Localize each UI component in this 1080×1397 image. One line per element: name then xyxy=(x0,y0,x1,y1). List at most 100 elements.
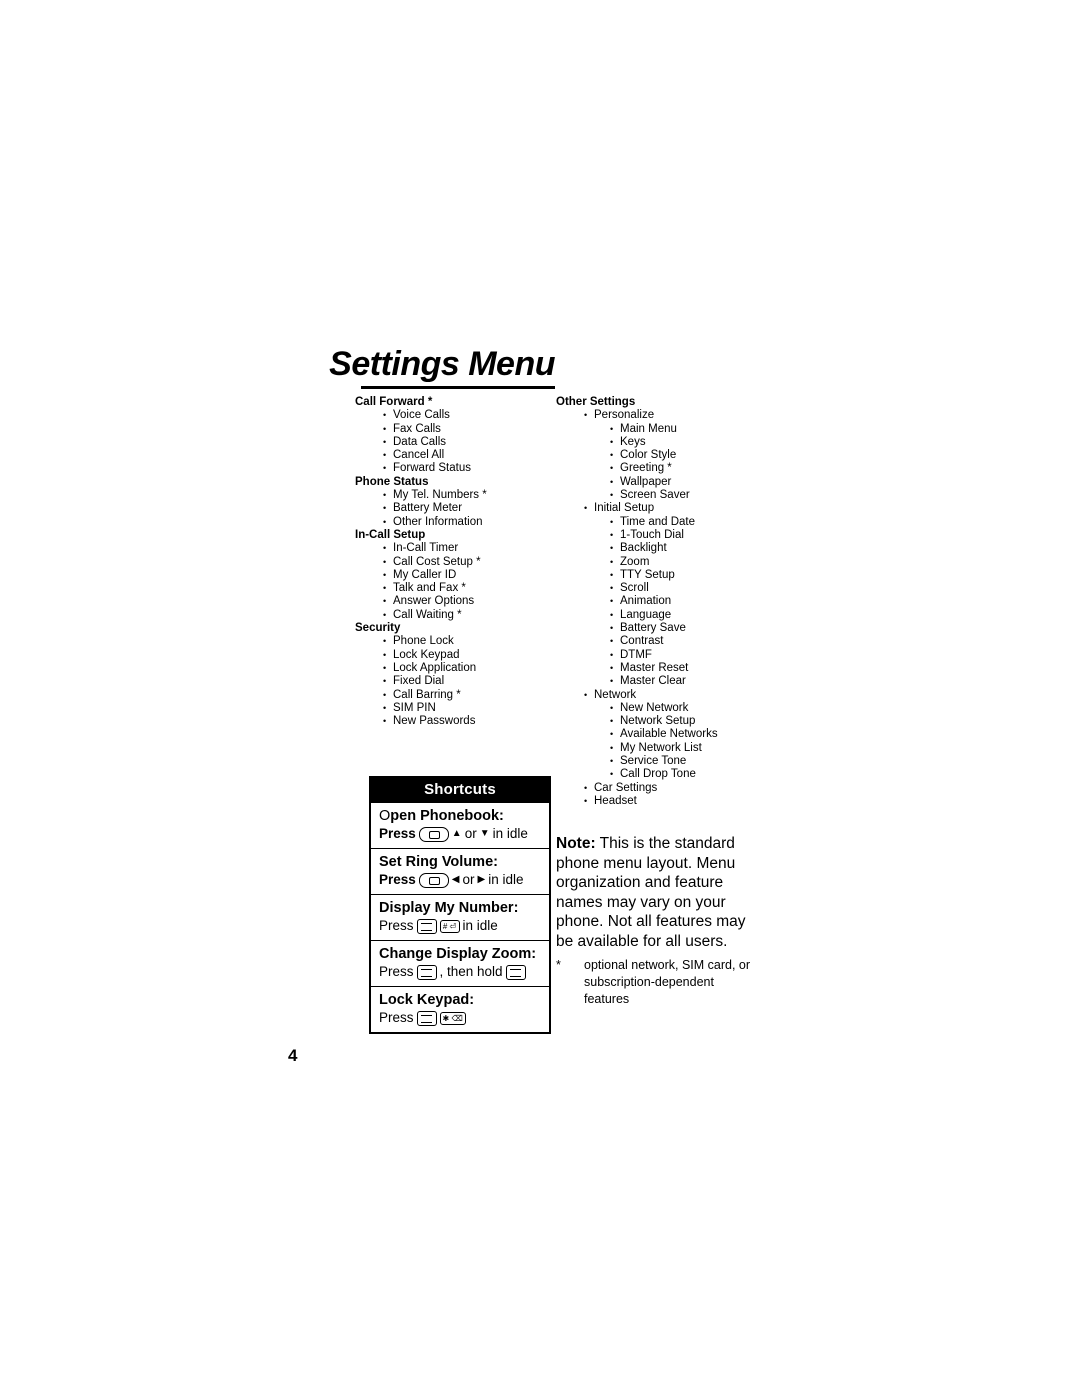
list-item: Contrast xyxy=(556,635,756,649)
down-arrow-icon: ▼ xyxy=(479,828,490,839)
list-item: Master Clear xyxy=(556,675,756,689)
list-item: Voice Calls xyxy=(355,409,553,423)
shortcuts-header: Shortcuts xyxy=(371,778,549,802)
note-text: This is the standard phone menu layout. … xyxy=(556,835,746,950)
shortcut-suffix: in idle xyxy=(488,872,524,887)
list-item: Master Reset xyxy=(556,662,756,676)
right-arrow-icon: ▶ xyxy=(477,874,486,885)
list-item: Car Settings xyxy=(556,782,756,796)
list-item: Lock Keypad xyxy=(355,649,553,663)
shortcut-row-open-phonebook: Open Phonebook: Press ▲ or ▼ in idle xyxy=(371,802,549,848)
or-label: or xyxy=(464,826,477,841)
shortcut-title-lead: O xyxy=(379,808,391,824)
group-list-initial-setup: Initial Setup xyxy=(556,502,756,516)
list-item: In-Call Timer xyxy=(355,542,553,556)
list-item: Answer Options xyxy=(355,595,553,609)
list-item: Network Setup xyxy=(556,715,756,729)
group-list-security: Phone Lock Lock Keypad Lock Application … xyxy=(355,635,553,728)
star-key-icon: ✱ ⌫ xyxy=(439,1011,466,1025)
pound-key-icon: # ⏎ xyxy=(439,919,460,933)
list-item: Battery Meter xyxy=(355,502,553,516)
nav-key-icon xyxy=(418,872,449,888)
list-item: Network xyxy=(556,689,756,703)
group-heading-call-forward: Call Forward * xyxy=(355,396,433,408)
group-heading-other-settings: Other Settings xyxy=(556,396,636,408)
menu-key-icon xyxy=(416,1010,437,1026)
list-item: Battery Save xyxy=(556,622,756,636)
list-item: Personalize xyxy=(556,409,756,423)
shortcut-title: Change Display Zoom: xyxy=(379,946,537,962)
sublist-network: New Network Network Setup Available Netw… xyxy=(556,702,756,782)
shortcut-suffix: in idle xyxy=(492,826,528,841)
note-label: Note: xyxy=(556,835,596,852)
list-item: Call Drop Tone xyxy=(556,768,756,782)
list-item: Available Networks xyxy=(556,728,756,742)
list-item: Fax Calls xyxy=(355,423,553,437)
manual-page: Settings Menu Call Forward * Voice Calls… xyxy=(0,0,1080,1397)
group-list-phone-status: My Tel. Numbers * Battery Meter Other In… xyxy=(355,489,553,529)
shortcuts-box: Shortcuts Open Phonebook: Press ▲ or ▼ i… xyxy=(369,776,551,1034)
list-item: Main Menu xyxy=(556,423,756,437)
list-item: Call Waiting * xyxy=(355,609,553,623)
group-heading-phone-status: Phone Status xyxy=(355,475,429,488)
shortcut-row-display-my-number: Display My Number: Press # ⏎ in idle xyxy=(371,894,549,940)
or-label: or xyxy=(462,872,475,887)
press-label: Press xyxy=(379,826,416,841)
press-label: Press xyxy=(379,1010,414,1025)
list-item: TTY Setup xyxy=(556,569,756,583)
note-block: Note: This is the standard phone menu la… xyxy=(556,834,752,951)
list-item: Service Tone xyxy=(556,755,756,769)
menu-column-left: Call Forward * Voice Calls Fax Calls Dat… xyxy=(355,396,553,729)
shortcut-instruction: Press , then hold xyxy=(379,963,541,981)
shortcut-instruction: Press ✱ ⌫ xyxy=(379,1009,541,1027)
list-item: SIM PIN xyxy=(355,702,553,716)
press-label: Press xyxy=(379,964,414,979)
list-item: Scroll xyxy=(556,582,756,596)
list-item: Time and Date xyxy=(556,516,756,530)
list-item: Call Cost Setup * xyxy=(355,556,553,570)
list-item: Screen Saver xyxy=(556,489,756,503)
menu-key-icon xyxy=(416,918,437,934)
group-list-network: Network xyxy=(556,689,756,703)
list-item: Cancel All xyxy=(355,449,553,463)
shortcut-instruction: Press # ⏎ in idle xyxy=(379,917,541,935)
list-item: Headset xyxy=(556,795,756,809)
group-list-in-call-setup: In-Call Timer Call Cost Setup * My Calle… xyxy=(355,542,553,622)
list-item: Data Calls xyxy=(355,436,553,450)
group-heading-in-call-setup: In-Call Setup xyxy=(355,528,426,541)
group-list-other-settings: Personalize xyxy=(556,409,756,423)
shortcut-title: Open Phonebook: xyxy=(379,807,541,825)
shortcut-title-rest: pen Phonebook: xyxy=(390,808,504,824)
list-item: New Passwords xyxy=(355,715,553,729)
list-item: My Tel. Numbers * xyxy=(355,489,553,503)
list-item: Phone Lock xyxy=(355,635,553,649)
shortcut-instruction: Press ▲ or ▼ in idle xyxy=(379,825,541,843)
list-item: Keys xyxy=(556,436,756,450)
list-item: Call Barring * xyxy=(355,689,553,703)
shortcut-title: Lock Keypad: xyxy=(379,992,475,1008)
menu-key-icon-trailing xyxy=(505,964,526,980)
list-item: 1-Touch Dial xyxy=(556,529,756,543)
press-label: Press xyxy=(379,872,416,887)
list-item: Zoom xyxy=(556,556,756,570)
menu-column-right: Other Settings Personalize Main Menu Key… xyxy=(556,396,756,809)
footnote-block: * optional network, SIM card, or subscri… xyxy=(556,957,756,1008)
list-item: Fixed Dial xyxy=(355,675,553,689)
shortcut-row-set-ring-volume: Set Ring Volume: Press ◀ or ▶ in idle xyxy=(371,848,549,894)
nav-key-icon xyxy=(418,826,449,842)
list-item: Forward Status xyxy=(355,462,553,476)
list-item: Animation xyxy=(556,595,756,609)
list-item: Other Information xyxy=(355,516,553,530)
list-item: Lock Application xyxy=(355,662,553,676)
sublist-initial-setup: Time and Date 1-Touch Dial Backlight Zoo… xyxy=(556,516,756,689)
up-arrow-icon: ▲ xyxy=(451,828,462,839)
list-item: Greeting * xyxy=(556,462,756,476)
shortcut-instruction: Press ◀ or ▶ in idle xyxy=(379,871,541,889)
footnote-text: optional network, SIM card, or subscript… xyxy=(584,958,751,1006)
shortcut-row-lock-keypad: Lock Keypad: Press ✱ ⌫ xyxy=(371,986,549,1032)
sublist-personalize: Main Menu Keys Color Style Greeting * Wa… xyxy=(556,423,756,503)
list-item: Talk and Fax * xyxy=(355,582,553,596)
group-list-other-tail: Car Settings Headset xyxy=(556,782,756,809)
left-arrow-icon: ◀ xyxy=(451,874,460,885)
title-underline xyxy=(361,386,555,389)
